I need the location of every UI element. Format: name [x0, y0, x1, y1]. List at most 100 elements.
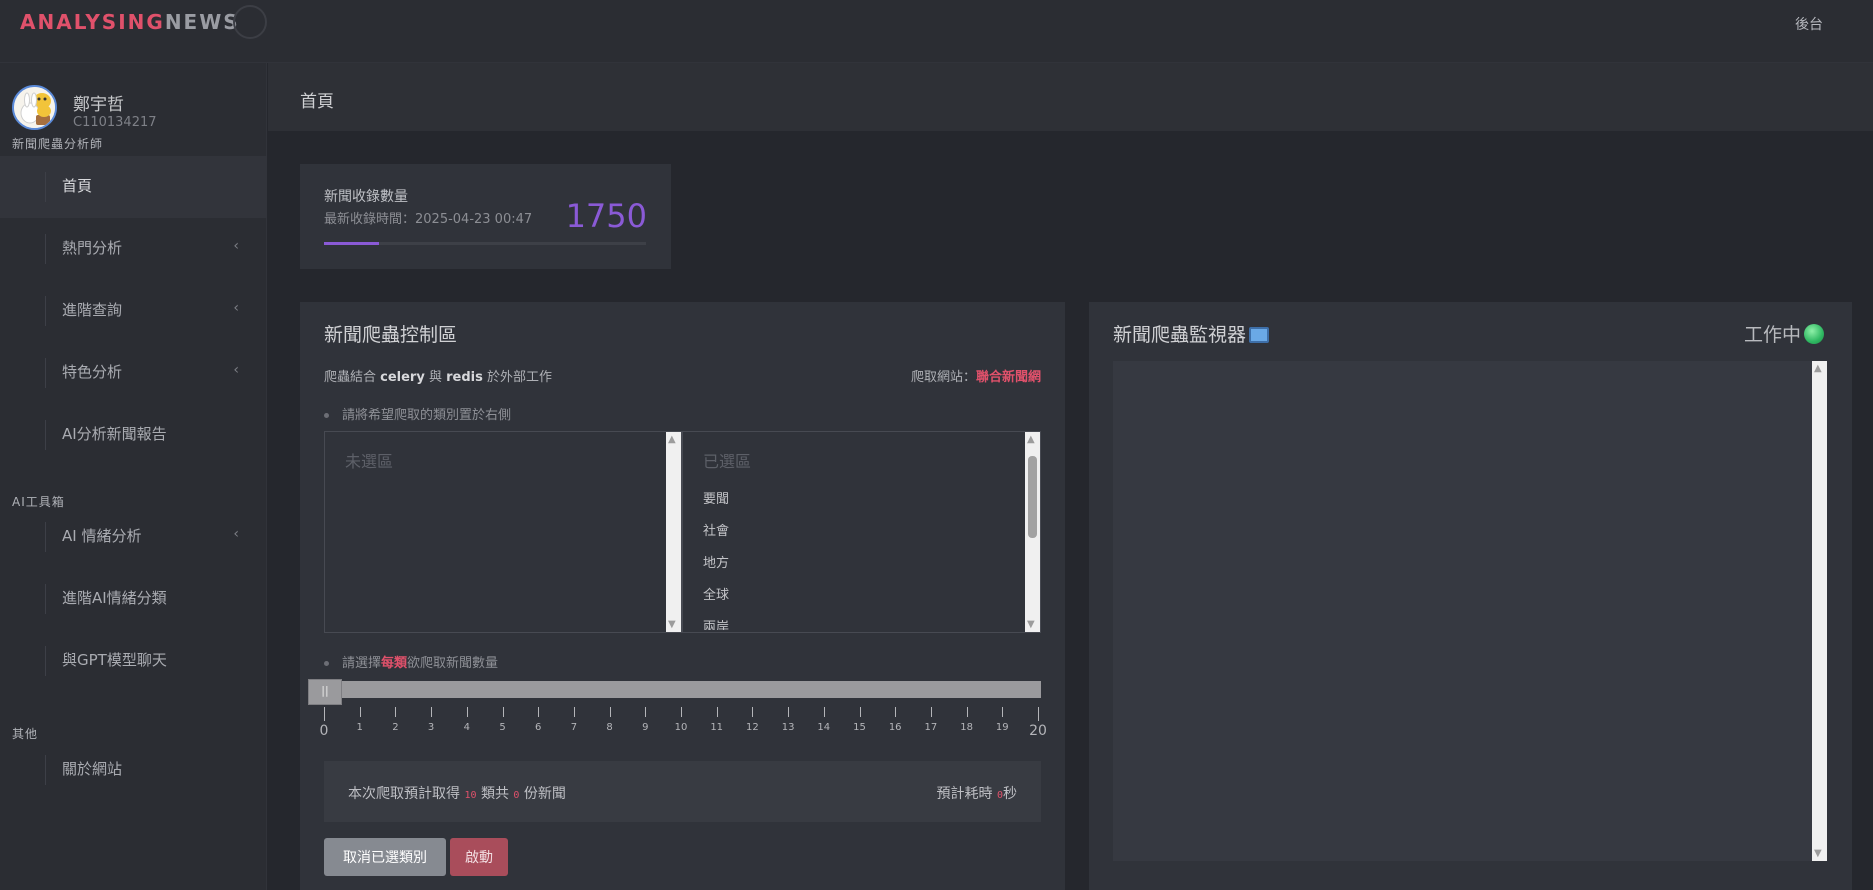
- slider-tick: [823, 707, 825, 717]
- sidebar-item-ai-report[interactable]: AI分析新聞報告: [0, 404, 267, 466]
- monitor-scrollbar[interactable]: ▲ ▼: [1812, 361, 1827, 861]
- sidebar-item-feature-analysis[interactable]: 特色分析 ‹: [0, 342, 267, 404]
- slider-tick: [573, 707, 575, 717]
- selected-items: 要聞 社會 地方 全球 兩岸: [703, 488, 729, 630]
- sidebar-item-label: 特色分析: [62, 363, 123, 381]
- slider-tick: [609, 707, 611, 717]
- scroll-up-icon[interactable]: ▲: [1814, 363, 1822, 374]
- logo-part-2: NEWS: [164, 10, 240, 34]
- slider-tick-label: 8: [606, 722, 613, 733]
- slider-tick-label: 0: [319, 723, 329, 739]
- selected-category-list[interactable]: 已選區 要聞 社會 地方 全球 兩岸 ▲ ▼: [682, 431, 1041, 633]
- slider-tick-label: 15: [853, 722, 866, 733]
- slider-tick: [859, 707, 861, 717]
- user-name: 鄭宇哲: [73, 95, 124, 115]
- hint-categories: 請將希望爬取的類別置於右側: [324, 404, 511, 423]
- computer-icon: [1249, 327, 1270, 343]
- list-item[interactable]: 全球: [703, 584, 729, 616]
- list-item[interactable]: 兩岸: [703, 616, 729, 630]
- list-item[interactable]: 社會: [703, 520, 729, 552]
- slider-tick-label: 13: [781, 722, 795, 733]
- slider-tick-label: 12: [746, 722, 759, 733]
- quantity-slider[interactable]: ||: [308, 679, 1041, 705]
- section-label-analyst: 新聞爬蟲分析師: [12, 137, 104, 151]
- chevron-left-icon: ‹: [233, 526, 239, 542]
- slider-tick: [966, 707, 968, 717]
- cancel-selection-button[interactable]: 取消已選類別: [324, 838, 446, 876]
- summary-text: 本次爬取預計取得 10 類共 0 份新聞: [348, 786, 566, 802]
- scroll-down-icon[interactable]: ▼: [1027, 619, 1035, 630]
- scroll-thumb[interactable]: [1028, 456, 1037, 538]
- unselected-category-list[interactable]: 未選區 ▲ ▼: [324, 431, 682, 633]
- slider-tick-label: 3: [427, 722, 435, 733]
- list-item[interactable]: 要聞: [703, 488, 729, 520]
- crawler-control-panel: 新聞爬蟲控制區 爬蟲結合 celery 與 redis 於外部工作 爬取網站：聯…: [300, 302, 1065, 890]
- start-button[interactable]: 啟動: [450, 838, 508, 876]
- sidebar-toggle-button[interactable]: [233, 5, 267, 39]
- slider-tick-label: 19: [995, 722, 1009, 733]
- sidebar-item-ai-sentiment[interactable]: AI 情緒分析 ‹: [0, 506, 267, 568]
- slider-tick-label: 16: [888, 722, 902, 733]
- slider-tick: [681, 707, 682, 717]
- slider-tick-label: 2: [392, 722, 399, 733]
- logo-part-1: ANALYSING: [20, 10, 165, 34]
- stat-progress-track: [324, 242, 646, 245]
- list-item[interactable]: 地方: [703, 552, 729, 584]
- sidebar-item-gpt-chat[interactable]: 與GPT模型聊天: [0, 630, 267, 692]
- top-bar: ANALYSINGNEWS 後台: [0, 0, 1873, 63]
- sidebar: 鄭宇哲 C110134217 新聞爬蟲分析師 首頁 熱門分析 ‹ 進階查詢 ‹ …: [0, 63, 267, 890]
- slider-tick: [752, 707, 754, 717]
- monitor-log-area[interactable]: ▲ ▼: [1113, 361, 1827, 861]
- slider-handle[interactable]: ||: [308, 679, 342, 705]
- slider-tick-label: 9: [642, 722, 649, 733]
- chevron-left-icon: ‹: [233, 238, 239, 254]
- stat-progress-fill: [324, 242, 379, 245]
- slider-tick-label: 17: [924, 722, 938, 733]
- slider-tick: [502, 707, 504, 717]
- selected-scrollbar[interactable]: ▲ ▼: [1025, 432, 1040, 632]
- slider-tick: [645, 707, 647, 717]
- avatar-image-icon: [14, 87, 55, 128]
- slider-tick-label: 7: [570, 722, 578, 733]
- avatar: [12, 85, 57, 130]
- sidebar-item-label: AI分析新聞報告: [62, 425, 167, 443]
- page-header: 首頁: [268, 63, 1873, 131]
- selected-placeholder: 已選區: [703, 452, 752, 471]
- monitor-status: 工作中: [1744, 320, 1824, 347]
- scroll-down-icon[interactable]: ▼: [668, 619, 676, 630]
- slider-tick-label: 20: [1029, 723, 1047, 739]
- crawl-summary: 本次爬取預計取得 10 類共 0 份新聞 預計耗時 0秒: [324, 761, 1041, 822]
- slider-tick: [324, 707, 325, 721]
- sidebar-item-label: 首頁: [62, 177, 93, 195]
- user-profile: 鄭宇哲 C110134217: [12, 85, 262, 135]
- sidebar-item-home[interactable]: 首頁: [0, 156, 267, 218]
- chevron-left-icon: ‹: [233, 300, 239, 316]
- scroll-up-icon[interactable]: ▲: [668, 434, 676, 445]
- slider-tick-label: 18: [960, 722, 973, 733]
- green-dot-icon: [1804, 324, 1824, 344]
- unselected-placeholder: 未選區: [345, 452, 394, 471]
- sidebar-item-label: 進階查詢: [62, 301, 123, 319]
- control-title: 新聞爬蟲控制區: [324, 324, 458, 346]
- slider-tick-label: 14: [817, 722, 831, 733]
- summary-category-count: 10: [464, 790, 477, 801]
- control-description: 爬蟲結合 celery 與 redis 於外部工作: [324, 370, 552, 385]
- scroll-up-icon[interactable]: ▲: [1027, 434, 1035, 445]
- sidebar-item-label: 進階AI情緒分類: [62, 589, 167, 607]
- scroll-down-icon[interactable]: ▼: [1814, 848, 1822, 859]
- sidebar-item-advanced-sentiment[interactable]: 進階AI情緒分類: [0, 568, 267, 630]
- slider-rail[interactable]: [332, 681, 1041, 698]
- page-title: 首頁: [300, 92, 334, 112]
- monitor-title: 新聞爬蟲監視器: [1113, 320, 1270, 347]
- unselected-scrollbar[interactable]: ▲ ▼: [666, 432, 681, 632]
- sidebar-item-hot-analysis[interactable]: 熱門分析 ‹: [0, 218, 267, 280]
- sidebar-item-about[interactable]: 關於網站: [0, 739, 267, 801]
- slider-tick: [538, 707, 540, 717]
- slider-tick-label: 10: [674, 722, 688, 733]
- admin-link[interactable]: 後台: [1795, 14, 1823, 34]
- slider-tick: [1038, 707, 1039, 721]
- sidebar-item-advanced-query[interactable]: 進階查詢 ‹: [0, 280, 267, 342]
- sidebar-item-label: 與GPT模型聊天: [62, 651, 167, 669]
- logo[interactable]: ANALYSINGNEWS: [20, 10, 240, 34]
- slider-tick-label: 5: [499, 722, 506, 733]
